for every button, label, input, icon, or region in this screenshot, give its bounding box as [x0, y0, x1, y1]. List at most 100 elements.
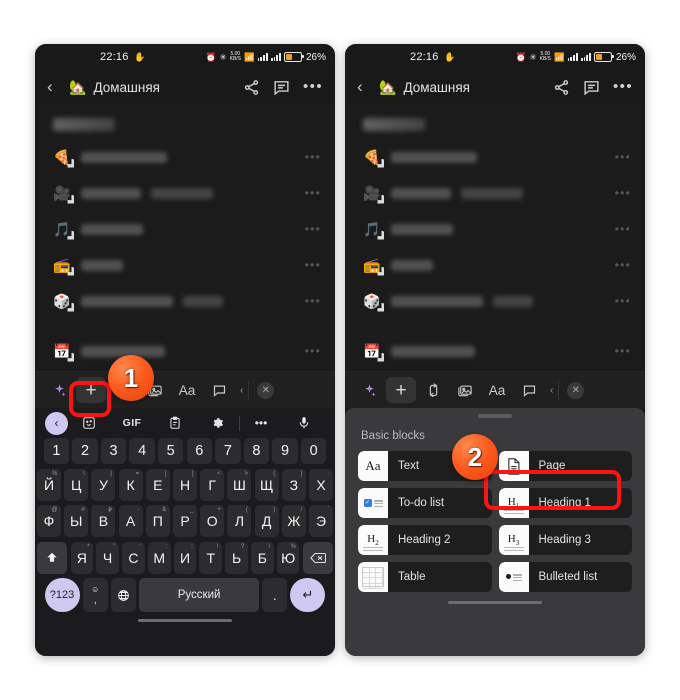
- key-Б[interactable]: Б \: [251, 541, 274, 574]
- media-icon[interactable]: [450, 377, 480, 403]
- symbols-key[interactable]: ?123: [44, 578, 80, 612]
- enter-key[interactable]: ↵: [290, 578, 326, 612]
- language-globe-key[interactable]: [110, 578, 136, 612]
- key-7[interactable]: 7: [215, 438, 241, 464]
- key-О[interactable]: О +: [200, 505, 225, 537]
- key-2[interactable]: 2: [72, 438, 98, 464]
- key-Д[interactable]: Д): [254, 505, 279, 537]
- sheet-drag-handle[interactable]: [478, 414, 512, 418]
- key-Х[interactable]: Х ·: [309, 468, 334, 501]
- list-item[interactable]: 🎲 •••: [345, 283, 645, 319]
- more-icon[interactable]: •••: [303, 79, 323, 94]
- row-menu-icon[interactable]: •••: [305, 223, 321, 235]
- move-block-icon[interactable]: [418, 377, 448, 403]
- text-format-icon[interactable]: Aa: [172, 377, 202, 403]
- row-menu-icon[interactable]: •••: [615, 223, 631, 235]
- key-4[interactable]: 4: [129, 438, 155, 464]
- key-Ф[interactable]: Ф @: [36, 505, 61, 537]
- close-toolbar-button[interactable]: ✕: [257, 381, 275, 399]
- collapse-chevron-icon[interactable]: ‹: [550, 385, 553, 396]
- key-Ы[interactable]: Ы #: [64, 505, 89, 537]
- row-menu-icon[interactable]: •••: [305, 295, 321, 307]
- clipboard-icon[interactable]: [153, 416, 196, 430]
- key-Л[interactable]: Л(: [227, 505, 252, 537]
- list-item[interactable]: 🍕 •••: [35, 139, 335, 175]
- row-menu-icon[interactable]: •••: [305, 187, 321, 199]
- key-Ж[interactable]: Ж /: [281, 505, 306, 537]
- comment-icon[interactable]: [204, 377, 234, 403]
- key-Р[interactable]: Р _: [173, 505, 198, 537]
- sticker-icon[interactable]: [68, 416, 111, 430]
- row-menu-icon[interactable]: •••: [615, 151, 631, 163]
- block-item-bulleted-list[interactable]: Bulleted list: [498, 562, 632, 592]
- row-menu-icon[interactable]: •••: [615, 345, 631, 357]
- key-0[interactable]: 0: [300, 438, 327, 464]
- row-menu-icon[interactable]: •••: [615, 187, 631, 199]
- key-Ю[interactable]: Ю%: [276, 541, 300, 574]
- list-item[interactable]: 🎵 •••: [345, 211, 645, 247]
- key-Ь[interactable]: Ь?: [225, 541, 248, 574]
- row-menu-icon[interactable]: •••: [615, 295, 631, 307]
- block-item-to-do-list[interactable]: ✓ To-do list: [358, 488, 492, 518]
- share-icon[interactable]: [243, 79, 260, 96]
- block-item-heading-2[interactable]: H2 Heading 2: [358, 525, 492, 555]
- list-item[interactable]: 🎥 •••: [345, 175, 645, 211]
- key-В[interactable]: В ₽: [91, 505, 116, 537]
- key-3[interactable]: 3: [100, 438, 127, 464]
- back-button[interactable]: ‹: [47, 77, 65, 97]
- block-item-table[interactable]: Table: [358, 562, 492, 592]
- period-key[interactable]: .: [262, 578, 288, 612]
- key-Э[interactable]: Э ´: [309, 505, 334, 537]
- settings-gear-icon[interactable]: [196, 416, 239, 430]
- key-А[interactable]: А-: [118, 505, 143, 537]
- back-button[interactable]: ‹: [357, 77, 375, 97]
- microphone-icon[interactable]: [282, 416, 325, 430]
- key-Г[interactable]: Г <: [200, 468, 225, 501]
- row-menu-icon[interactable]: •••: [615, 259, 631, 271]
- key-Ш[interactable]: Ш >: [227, 468, 252, 501]
- list-item[interactable]: 📻 •••: [35, 247, 335, 283]
- comment-icon[interactable]: [273, 79, 290, 96]
- backspace-key[interactable]: [302, 541, 333, 574]
- list-item[interactable]: 🎥 •••: [35, 175, 335, 211]
- row-menu-icon[interactable]: •••: [305, 259, 321, 271]
- list-item[interactable]: 📻 •••: [345, 247, 645, 283]
- key-З[interactable]: З}: [281, 468, 306, 501]
- close-toolbar-button[interactable]: ✕: [567, 381, 585, 399]
- comma-key[interactable]: ☺ ,: [82, 578, 108, 612]
- key-Ц[interactable]: Ц \: [64, 468, 89, 501]
- more-icon[interactable]: •••: [613, 79, 633, 94]
- key-1[interactable]: 1: [43, 438, 70, 464]
- row-menu-icon[interactable]: •••: [305, 151, 321, 163]
- key-Й[interactable]: Й%: [36, 468, 61, 501]
- list-item[interactable]: 🎵 •••: [35, 211, 335, 247]
- keyboard-back-button[interactable]: ‹: [45, 411, 68, 435]
- add-block-button[interactable]: +: [386, 377, 416, 403]
- row-menu-icon[interactable]: •••: [305, 345, 321, 357]
- gif-button[interactable]: GIF: [111, 417, 154, 429]
- collapse-chevron-icon[interactable]: ‹: [240, 385, 243, 396]
- comment-icon[interactable]: [583, 79, 600, 96]
- text-format-icon[interactable]: Aa: [482, 377, 512, 403]
- key-Н[interactable]: Н]: [173, 468, 198, 501]
- more-icon[interactable]: •••: [240, 416, 283, 430]
- shift-key[interactable]: [37, 541, 68, 574]
- ai-sparkle-icon[interactable]: [354, 377, 384, 403]
- key-Я[interactable]: Я *: [70, 541, 94, 574]
- list-item[interactable]: 🎲 •••: [35, 283, 335, 319]
- key-Щ[interactable]: Щ{: [254, 468, 279, 501]
- key-К[interactable]: К =: [118, 468, 143, 501]
- key-С[interactable]: С ': [122, 541, 145, 574]
- key-Ч[interactable]: Ч ": [96, 541, 119, 574]
- key-6[interactable]: 6: [186, 438, 212, 464]
- key-Т[interactable]: Т!: [199, 541, 223, 574]
- key-5[interactable]: 5: [158, 438, 184, 464]
- key-П[interactable]: П &: [145, 505, 170, 537]
- comment-icon[interactable]: [514, 377, 544, 403]
- key-Е[interactable]: Е[: [145, 468, 170, 501]
- list-item[interactable]: 🍕 •••: [345, 139, 645, 175]
- key-У[interactable]: У |: [91, 468, 116, 501]
- key-9[interactable]: 9: [272, 438, 298, 464]
- list-item[interactable]: 📅 •••: [35, 333, 335, 369]
- block-item-heading-3[interactable]: H3 Heading 3: [498, 525, 632, 555]
